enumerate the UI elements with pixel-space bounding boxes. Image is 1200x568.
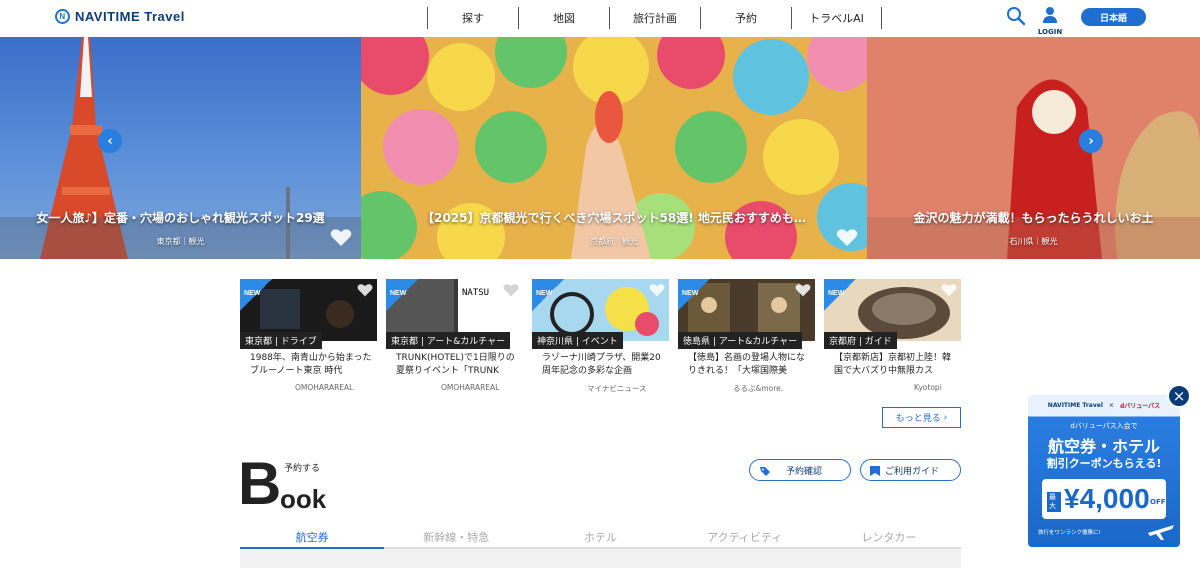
card-category: 神奈川県 | イベント [532,332,623,349]
hero-slide-title: 【2025】京都観光で行くべき穴場スポット58選! 地元民おすすめも… [422,211,806,225]
nav-item-travel-ai[interactable]: トラベルAI [791,7,882,29]
card-category: 東京都 | ドライブ [240,332,322,349]
card-category: 東京都 | アート&カルチャー [386,332,511,349]
navitime-logo[interactable]: N NAVITIME Travel [55,9,185,24]
logo-mark-icon: N [55,9,70,24]
search-icon[interactable] [1006,6,1026,26]
card-category: 京都府 | ガイド [824,332,897,349]
news-card[interactable]: NATSU NEW 東京都 | アート&カルチャー TRUNK(HOTEL)で1… [386,279,523,399]
more-label: もっと見る [895,414,941,424]
carousel-prev-button[interactable]: ‹ [98,129,122,153]
news-card[interactable]: NEW 徳島県 | アート&カルチャー 【徳島】名画の登場人物になりきれる！「大… [678,279,815,399]
hero-slide-location: 東京都｜観光 [156,237,205,246]
new-badge: NEW [532,279,564,311]
promo-brand-navitime: NAVITIME Travel [1047,401,1103,409]
new-badge: NEW [678,279,710,311]
login-button[interactable]: LOGIN [1036,6,1064,36]
tab-flights[interactable]: 航空券 [240,527,385,549]
news-card[interactable]: NEW 京都府 | ガイド 【京都新店】京都初上陸！韓国で大バズり中無限カス K… [824,279,961,399]
booking-panel [240,549,961,568]
book-heading-letter: B [238,450,282,517]
book-subtitle: 予約する [284,464,321,474]
card-category: 徳島県 | アート&カルチャー [678,332,803,349]
favorite-heart-icon[interactable] [795,283,811,298]
hero-carousel: 女一人旅♪】定番・穴場のおしゃれ観光スポット29選 東京都｜観光 【2025】京… [0,37,1200,259]
card-description: 1988年、南青山から始まったブルーノート東京 時代 [250,353,372,376]
favorite-heart-icon[interactable] [503,283,519,298]
promo-brand-dvalue: dバリューパス [1119,402,1161,410]
site-header: N NAVITIME Travel 探す 地図 旅行計画 予約 トラベルAI L… [0,0,1200,37]
hero-slide[interactable]: 金沢の魅力が満載！もらったらうれしいお土 石川県｜観光 [867,37,1200,259]
hero-slide-title: 女一人旅♪】定番・穴場のおしゃれ観光スポット29選 [36,211,325,225]
new-badge: NEW [386,279,418,311]
carousel-next-button[interactable]: › [1079,129,1103,153]
language-button[interactable]: 日本語 [1081,8,1146,26]
hero-slide[interactable]: 女一人旅♪】定番・穴場のおしゃれ観光スポット29選 東京都｜観光 [0,37,361,259]
new-badge: NEW [240,279,272,311]
svg-text:NATSU: NATSU [462,288,489,298]
chevron-right-icon: › [943,412,948,423]
promo-banner[interactable]: NAVITIME Travel × dバリューパス dバリューパス入会で 航空券… [1028,395,1180,547]
favorite-heart-icon[interactable] [357,283,373,298]
card-description: TRUNK(HOTEL)で1日限りの夏祭りイベント「TRUNK [396,353,515,376]
booking-tabs: 航空券 新幹線・特急 ホテル アクティビティ レンタカー [240,527,961,549]
airplane-icon [1148,525,1174,540]
guide-icon [870,466,880,476]
nav-item-reserve[interactable]: 予約 [700,7,791,29]
nav-item-search[interactable]: 探す [427,7,518,29]
user-guide-label: ご利用ガイド [885,466,940,477]
new-badge: NEW [824,279,856,311]
favorite-heart-icon[interactable] [330,228,352,248]
promo-brands: NAVITIME Travel × dバリューパス [1028,395,1180,415]
more-button[interactable]: もっと見る › [882,407,961,428]
news-card[interactable]: NEW 東京都 | ドライブ 1988年、南青山から始まったブルーノート東京 時… [240,279,377,399]
card-source: マイナビニュース [587,384,647,393]
card-description: ラゾーナ川崎プラザ、開業20周年記念の多彩な企画 [542,353,661,376]
card-source: OMOHARAREAL [441,383,500,392]
login-label: LOGIN [1037,28,1063,36]
promo-brand-separator: × [1108,401,1114,409]
card-source: Kyotopi [914,383,942,392]
favorite-heart-icon[interactable] [649,283,665,298]
promo-note: 旅行をワンランク優雅に! [1038,530,1101,536]
hero-slide-location: 京都府｜観光 [590,237,638,246]
hero-slide-title: 金沢の魅力が満載！もらったらうれしいお土 [913,211,1154,225]
tab-shinkansen[interactable]: 新幹線・特急 [384,527,528,547]
close-ad-button[interactable]: × [1167,384,1191,408]
user-guide-button[interactable]: ご利用ガイド [860,459,961,481]
reservation-check-button[interactable]: 予約確認 [749,459,851,481]
promo-amount-box: 最大 ¥4,000 OFF [1042,479,1166,519]
card-description: 【徳島】名画の登場人物になりきれる！「大塚国際美 [688,353,806,376]
logo-text: NAVITIME Travel [75,9,185,24]
favorite-heart-icon[interactable] [836,228,858,248]
promo-off: OFF [1150,498,1166,506]
reservation-check-label: 予約確認 [786,466,823,477]
card-source: OMOHARAREAL [295,383,354,392]
news-card[interactable]: NEW 神奈川県 | イベント ラゾーナ川崎プラザ、開業20周年記念の多彩な企画… [532,279,669,399]
nav-item-trip-plan[interactable]: 旅行計画 [609,7,700,29]
promo-line2: 航空券・ホテル [1047,437,1160,456]
news-card-list: NEW 東京都 | ドライブ 1988年、南青山から始まったブルーノート東京 時… [240,279,961,399]
tab-hotel[interactable]: ホテル [528,527,672,547]
book-heading-rest: ook [280,484,327,514]
hero-slide[interactable]: 【2025】京都観光で行くべき穴場スポット58選! 地元民おすすめも… 京都府｜… [361,37,867,259]
promo-max-label: 最大 [1047,492,1061,512]
tab-activity[interactable]: アクティビティ [673,527,817,547]
card-source: るるぶ&more. [733,384,784,393]
promo-line1: dバリューパス入会で [1070,422,1138,430]
main-nav: 探す 地図 旅行計画 予約 トラベルAI [427,7,882,29]
nav-item-map[interactable]: 地図 [518,7,609,29]
tab-rental-car[interactable]: レンタカー [817,527,961,547]
hero-slide-location: 石川県｜観光 [1009,237,1058,246]
card-description: 【京都新店】京都初上陸！韓国で大バズり中無限カス [834,353,952,376]
tag-icon [760,467,770,476]
user-icon [1043,7,1057,23]
promo-amount: ¥4,000 [1064,483,1150,514]
favorite-heart-icon[interactable] [941,283,957,298]
promo-line3: 割引クーポンもらえる! [1046,457,1162,470]
